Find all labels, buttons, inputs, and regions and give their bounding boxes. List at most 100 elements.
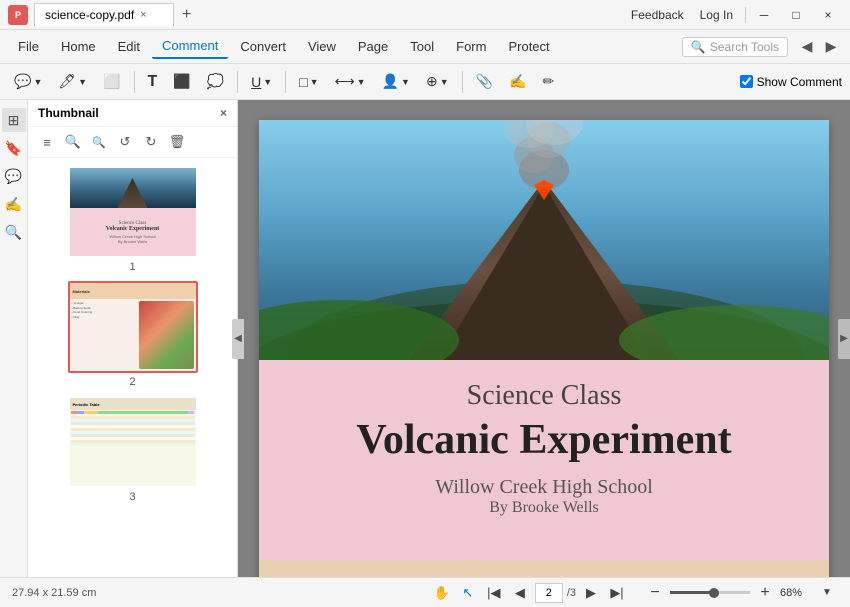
group-icon: ⊕: [426, 73, 438, 90]
underline-arrow: ▼: [263, 77, 272, 87]
show-comment-checkbox[interactable]: [740, 75, 753, 88]
group-arrow: ▼: [440, 77, 449, 87]
login-button[interactable]: Log In: [692, 6, 741, 24]
markup-button[interactable]: ✏: [536, 68, 560, 96]
zoom-slider-fill: [670, 591, 714, 594]
menu-comment[interactable]: Comment: [152, 34, 228, 59]
menu-edit[interactable]: Edit: [108, 35, 150, 58]
left-icon-signature[interactable]: ✍: [2, 192, 26, 216]
separator: [745, 7, 746, 23]
menu-protect[interactable]: Protect: [498, 35, 559, 58]
document-tab[interactable]: science-copy.pdf ×: [34, 3, 174, 26]
thumbnail-menu-button[interactable]: ≡: [36, 131, 58, 153]
attach-icon: 📎: [476, 73, 493, 90]
sign-button[interactable]: ✍: [503, 68, 532, 96]
group-button[interactable]: ⊕▼: [420, 68, 455, 96]
zoom-controls: − + 68% ▼: [644, 582, 838, 604]
sign-icon: ✍: [509, 73, 526, 90]
sticky-note-icon: 💬: [14, 73, 31, 90]
search-tools-field[interactable]: 🔍 Search Tools: [682, 37, 788, 57]
thumb-frame-1: Science Class Volcanic Experiment Willow…: [68, 166, 198, 258]
menu-convert[interactable]: Convert: [230, 35, 296, 58]
pdf-title-line2: Volcanic Experiment: [356, 416, 731, 464]
textbox-button[interactable]: ⬛: [167, 68, 196, 96]
tab-title: science-copy.pdf: [45, 8, 134, 22]
stamp-icon: 👤: [382, 73, 399, 90]
markup-icon: ✏: [542, 73, 554, 90]
thumbnail-page-2[interactable]: Materials • Vinegar• Baking Soda• Food C…: [36, 281, 229, 388]
thumbnail-page-1[interactable]: Science Class Volcanic Experiment Willow…: [36, 166, 229, 273]
thumb-frame-3: Periodic Table: [68, 396, 198, 488]
nav-back-button[interactable]: ◀: [796, 36, 818, 58]
pen-icon: 🖊: [58, 73, 76, 90]
next-page-button[interactable]: ▶: [580, 582, 602, 604]
dimensions-label: 27.94 x 21.59 cm: [12, 587, 96, 599]
left-icon-search[interactable]: 🔍: [2, 220, 26, 244]
last-page-button[interactable]: ▶|: [606, 582, 628, 604]
measure-button[interactable]: ⟷▼: [329, 68, 372, 96]
thumbnail-title: Thumbnail: [38, 106, 99, 120]
pdf-title-section: Science Class Volcanic Experiment Willow…: [259, 360, 829, 560]
close-button[interactable]: ×: [814, 4, 842, 26]
menu-file[interactable]: File: [8, 35, 49, 58]
feedback-button[interactable]: Feedback: [623, 6, 692, 24]
zoom-dropdown-button[interactable]: ▼: [816, 582, 838, 604]
pdf-geology-svg: [259, 560, 829, 577]
shape-button[interactable]: □▼: [293, 68, 324, 96]
menu-tool[interactable]: Tool: [400, 35, 444, 58]
menu-home[interactable]: Home: [51, 35, 106, 58]
menu-view[interactable]: View: [298, 35, 346, 58]
first-page-button[interactable]: |◀: [483, 582, 505, 604]
close-thumbnail-button[interactable]: ×: [220, 106, 227, 120]
text-button[interactable]: T: [142, 68, 164, 96]
prev-page-button[interactable]: ◀: [509, 582, 531, 604]
eraser-button[interactable]: ⬜: [97, 68, 126, 96]
thumbnail-rotate-ccw-button[interactable]: ↺: [114, 131, 136, 153]
thumb-frame-2: Materials • Vinegar• Baking Soda• Food C…: [68, 281, 198, 373]
collapse-panel-button[interactable]: ◀: [232, 319, 244, 359]
thumbnail-rotate-cw-button[interactable]: ↻: [140, 131, 162, 153]
cursor-tool-button[interactable]: ↖: [457, 582, 479, 604]
pdf-volcano-image: [259, 120, 829, 360]
nav-forward-button[interactable]: ▶: [820, 36, 842, 58]
attach-button[interactable]: 📎: [470, 68, 499, 96]
new-tab-button[interactable]: +: [174, 3, 199, 27]
thumbnail-delete-button[interactable]: 🗑: [166, 131, 188, 153]
left-icon-bookmark[interactable]: 🔖: [2, 136, 26, 160]
minimize-button[interactable]: ─: [750, 4, 778, 26]
menu-page[interactable]: Page: [348, 35, 398, 58]
pdf-title-line1: Science Class: [467, 380, 622, 412]
page-number-input[interactable]: 2: [535, 583, 563, 603]
underline-button[interactable]: U▼: [245, 68, 278, 96]
search-tools-placeholder: Search Tools: [710, 40, 779, 54]
thumbnail-zoom-out-button[interactable]: 🔍: [88, 131, 110, 153]
zoom-out-button[interactable]: −: [644, 582, 666, 604]
underline-icon: U: [251, 74, 261, 90]
right-collapse-button[interactable]: ▶: [838, 319, 850, 359]
thumbnail-page-3[interactable]: Periodic Table: [36, 396, 229, 503]
thumb-label-1: 1: [129, 261, 135, 273]
separator4: [462, 71, 463, 93]
zoom-in-button[interactable]: +: [754, 582, 776, 604]
left-icon-comment[interactable]: 💬: [2, 164, 26, 188]
zoom-slider[interactable]: [670, 587, 750, 599]
separator2: [237, 71, 238, 93]
thumbnail-zoom-in-button[interactable]: 🔍: [62, 131, 84, 153]
maximize-button[interactable]: □: [782, 4, 810, 26]
volcano-svg: [259, 120, 829, 360]
stamp-button[interactable]: 👤▼: [376, 68, 416, 96]
show-comment-label: Show Comment: [757, 75, 842, 89]
pen-button[interactable]: 🖊▼: [52, 68, 93, 96]
stamp-arrow: ▼: [401, 77, 410, 87]
callout-button[interactable]: 💭: [201, 68, 230, 96]
search-icon: 🔍: [691, 40, 706, 54]
sticky-note-button[interactable]: 💬▼: [8, 68, 48, 96]
close-tab-icon[interactable]: ×: [140, 9, 146, 21]
menu-form[interactable]: Form: [446, 35, 496, 58]
zoom-slider-thumb[interactable]: [709, 588, 719, 598]
separator: [134, 71, 135, 93]
shape-arrow: ▼: [310, 77, 319, 87]
hand-tool-button[interactable]: ✋: [431, 582, 453, 604]
left-icon-panels[interactable]: ⊞: [2, 108, 26, 132]
pen-arrow: ▼: [78, 77, 87, 87]
